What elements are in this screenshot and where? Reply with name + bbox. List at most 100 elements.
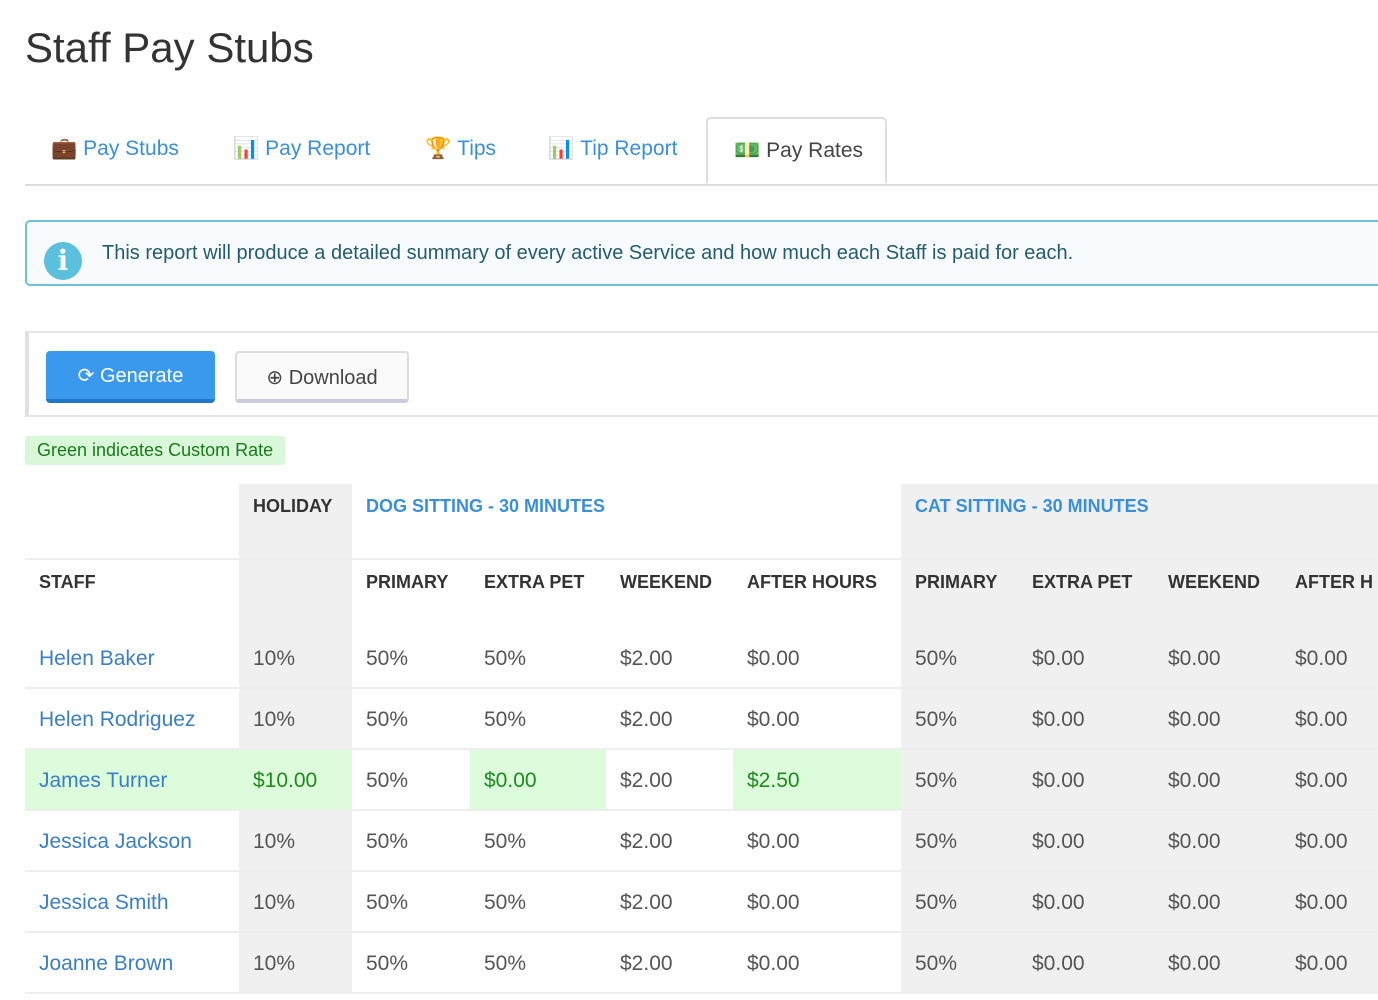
rate-cell: 50% [366,952,409,975]
rate-cell: $2.00 [620,769,673,792]
info-icon: i [44,242,82,280]
rate-cell: 50% [484,891,527,914]
staff-name-link[interactable]: Jessica Jackson [25,811,239,872]
tab-label: Tips [457,137,497,160]
download-icon: ⊕ [266,367,284,389]
rate-cell: $0.00 [1154,933,1281,994]
rate-cell: $2.50 [733,750,901,811]
trophy-icon: 🏆 [425,137,452,160]
rate-cell: $0.00 [1281,628,1378,689]
rate-cell: $2.00 [620,830,673,853]
rate-cell: $0.00 [1281,933,1378,994]
rate-cell: $0.00 [1154,750,1281,811]
bar-chart-icon: 📊 [233,137,260,160]
column-header: WEEKEND [620,572,713,592]
rate-cell: $0.00 [1018,628,1154,689]
header-cat-sitting[interactable]: CAT SITTING - 30 MINUTES [901,484,1378,558]
rate-cell: $0.00 [747,830,800,853]
briefcase-icon: 💼 [51,137,78,160]
column-header: WEEKEND [1168,572,1261,592]
rate-cell: $2.00 [620,891,673,914]
rate-cell: 50% [366,891,409,914]
rate-cell: 50% [366,647,409,670]
divider [25,558,1378,560]
tab-bar: 💼 Pay Stubs 📊 Pay Report 🏆 Tips 📊 Tip Report… [25,117,1378,186]
tab-label: Pay Rates [766,139,864,162]
tab-tips[interactable]: 🏆 Tips [425,117,496,184]
staff-name-link[interactable]: Helen Rodriguez [25,689,239,750]
column-header: PRIMARY [915,572,998,592]
column-header: EXTRA PET [1032,572,1133,592]
rate-cell: 50% [366,708,409,731]
rate-cell: $2.00 [620,708,673,731]
rate-cell: $0.00 [1018,689,1154,750]
page-title: Staff Pay Stubs [25,24,314,71]
bar-chart-icon: 📊 [548,137,575,160]
rate-cell: $2.00 [620,647,673,670]
rate-cell: 50% [901,811,1018,872]
staff-name-link[interactable]: Helen Baker [25,628,239,689]
rate-cell: 50% [901,628,1018,689]
rate-cell: 50% [901,689,1018,750]
tab-pay-stubs[interactable]: 💼 Pay Stubs [51,117,179,184]
rate-cell: 50% [366,769,409,792]
rate-cell: 10% [239,872,352,933]
rate-cell: $10.00 [239,750,352,811]
custom-rate-legend: Green indicates Custom Rate [25,436,286,465]
rate-cell: 50% [484,830,527,853]
rate-cell: $0.00 [1281,811,1378,872]
rate-cell: 50% [901,933,1018,994]
rate-cell: 10% [239,811,352,872]
staff-name-link[interactable]: Joanne Brown [25,933,239,994]
download-label: Download [288,367,378,389]
column-header: AFTER H [1295,572,1373,592]
tab-tip-report[interactable]: 📊 Tip Report [548,117,677,184]
rate-cell: 50% [366,830,409,853]
rate-cell: $0.00 [1154,689,1281,750]
column-header: EXTRA PET [484,572,585,592]
tab-pay-rates[interactable]: 💵 Pay Rates [706,117,887,184]
rate-cell: $0.00 [1281,689,1378,750]
alert-text: This report will produce a detailed summ… [102,242,1074,264]
rate-cell: $0.00 [1018,750,1154,811]
rate-cell: 10% [239,933,352,994]
tab-pay-report[interactable]: 📊 Pay Report [233,117,370,184]
rate-cell: $0.00 [747,952,800,975]
header-dog-sitting[interactable]: DOG SITTING - 30 MINUTES [352,484,892,558]
rate-cell: $0.00 [1018,811,1154,872]
tab-label: Pay Stubs [83,137,179,160]
row-divider [25,992,1378,994]
rate-cell: 50% [901,750,1018,811]
rate-cell: $0.00 [1281,750,1378,811]
rate-cell: 50% [484,708,527,731]
rate-cell: $0.00 [747,891,800,914]
generate-label: Generate [99,365,184,387]
column-header: STAFF [39,572,96,592]
money-icon: 💵 [734,139,761,162]
rate-cell: $0.00 [747,647,800,670]
rate-cell: 50% [901,872,1018,933]
toolbar: ⟳ Generate ⊕ Download [25,331,1378,417]
column-header: PRIMARY [366,572,449,592]
generate-button[interactable]: ⟳ Generate [46,351,215,403]
tab-label: Tip Report [580,137,678,160]
rate-cell: $0.00 [1018,872,1154,933]
rate-cell: $0.00 [1018,933,1154,994]
rate-cell: $0.00 [1154,872,1281,933]
rate-cell: 50% [484,647,527,670]
staff-name-link[interactable]: James Turner [25,750,239,811]
rate-cell: $0.00 [1154,628,1281,689]
staff-name-link[interactable]: Jessica Smith [25,872,239,933]
rate-cell: $0.00 [747,708,800,731]
rate-cell: $0.00 [470,750,606,811]
rate-cell: 10% [239,628,352,689]
column-header: AFTER HOURS [747,572,877,592]
refresh-icon: ⟳ [77,365,95,387]
rate-cell: $2.00 [620,952,673,975]
info-alert: i This report will produce a detailed su… [25,220,1378,286]
rate-cell: 10% [239,689,352,750]
download-button[interactable]: ⊕ Download [235,351,409,403]
tab-label: Pay Report [265,137,371,160]
rate-cell: $0.00 [1281,872,1378,933]
header-holiday: HOLIDAY [239,484,352,558]
